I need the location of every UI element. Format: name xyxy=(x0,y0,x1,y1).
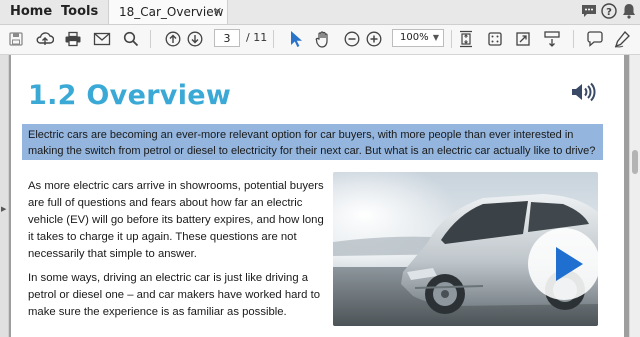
mail-icon[interactable] xyxy=(91,28,113,50)
page-down-icon[interactable] xyxy=(184,28,206,50)
toolbar-divider xyxy=(451,30,452,48)
document-tab[interactable]: 18_Car_Overview ✕ xyxy=(108,0,228,24)
zoom-value: 100% xyxy=(400,32,429,43)
sign-icon[interactable] xyxy=(611,28,633,50)
page-up-icon[interactable] xyxy=(162,28,184,50)
comment-icon[interactable] xyxy=(584,28,606,50)
document-tab-label: 18_Car_Overview xyxy=(119,5,224,19)
scrollbar-thumb[interactable] xyxy=(632,150,638,174)
play-button[interactable] xyxy=(528,228,600,300)
fullscreen-icon[interactable] xyxy=(512,28,534,50)
tab-bar: Home Tools 18_Car_Overview ✕ ? xyxy=(0,0,640,25)
rotate-icon[interactable] xyxy=(484,28,506,50)
chat-icon[interactable] xyxy=(581,3,597,23)
page-total: / 11 xyxy=(246,31,268,44)
zoom-in-icon[interactable] xyxy=(363,28,385,50)
bell-icon[interactable] xyxy=(621,3,637,23)
save-icon[interactable] xyxy=(5,28,27,50)
page-number-input[interactable]: 3 xyxy=(214,29,240,47)
fit-page-icon[interactable] xyxy=(455,28,477,50)
toolbar-divider xyxy=(273,30,274,48)
toolbar-divider xyxy=(150,30,151,48)
play-icon xyxy=(556,247,583,281)
intro-paragraph: Electric cars are becoming an ever-more … xyxy=(28,129,596,157)
print-icon[interactable] xyxy=(62,28,84,50)
upload-icon[interactable] xyxy=(34,28,56,50)
zoom-out-icon[interactable] xyxy=(341,28,363,50)
help-icon[interactable]: ? xyxy=(601,3,617,23)
toolbar: 3 / 11 100% ▼ xyxy=(0,25,640,55)
search-icon[interactable] xyxy=(120,28,142,50)
body-paragraph: In some ways, driving an electric car is… xyxy=(28,272,320,318)
page-title: 1.2 Overview xyxy=(28,80,232,111)
hand-icon[interactable] xyxy=(312,28,334,50)
toolbar-divider xyxy=(573,30,574,48)
chevron-down-icon: ▼ xyxy=(432,33,439,42)
close-tab-icon[interactable]: ✕ xyxy=(213,0,222,24)
body-paragraph: As more electric cars arrive in showroom… xyxy=(28,180,324,260)
svg-text:?: ? xyxy=(606,7,612,18)
home-tab[interactable]: Home xyxy=(10,0,52,24)
scroll-mode-icon[interactable] xyxy=(541,28,563,50)
expand-arrow-icon: ▶ xyxy=(1,205,7,213)
vertical-scrollbar[interactable] xyxy=(629,55,640,337)
speaker-icon[interactable] xyxy=(570,81,596,107)
tools-tab[interactable]: Tools xyxy=(61,0,98,24)
select-cursor-icon[interactable] xyxy=(285,28,307,50)
zoom-select[interactable]: 100% ▼ xyxy=(392,29,444,47)
left-panel-toggle[interactable]: ▶ xyxy=(0,55,9,337)
